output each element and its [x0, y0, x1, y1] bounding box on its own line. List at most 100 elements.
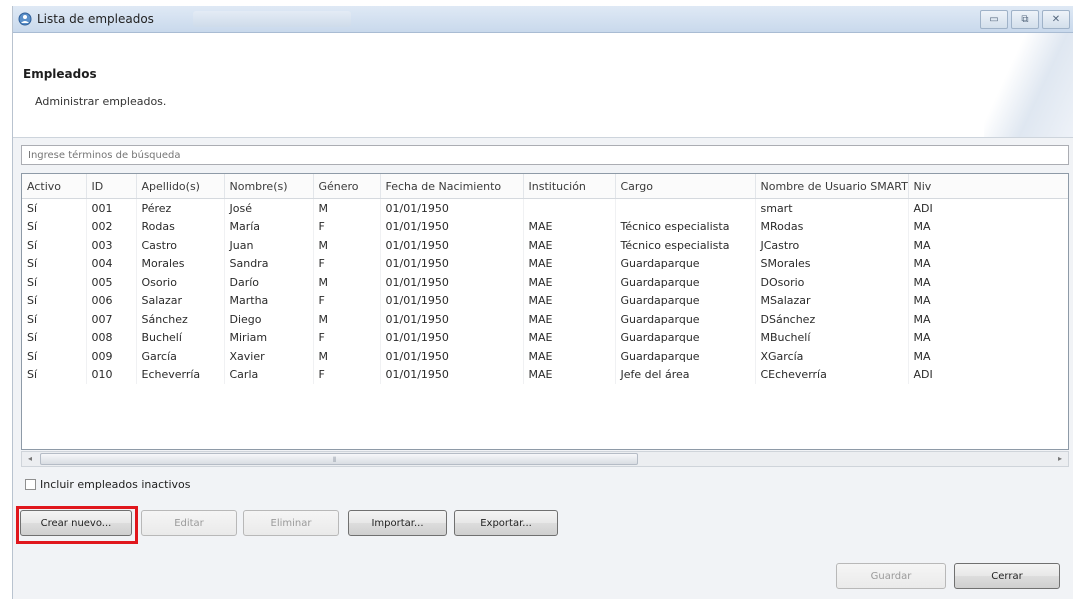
table-cell: 008 [86, 328, 137, 347]
horizontal-scrollbar[interactable]: ◂ ⦀ ▸ [21, 451, 1069, 467]
table-row[interactable]: Sí 002 Rodas María F 01/01/1950 MAE Técnico esp… [22, 217, 1068, 236]
table-cell: MBuchelí [755, 328, 909, 347]
table-cell: Miriam [224, 328, 314, 347]
employee-list-window: Lista de empleados ▭ ⧉ ✕ Empleados Admin… [12, 6, 1073, 599]
export-button[interactable]: Exportar... [454, 510, 558, 536]
table-row[interactable]: Sí 005 Osorio Darío M 01/01/1950 MAE Guardaparq… [22, 273, 1068, 292]
save-button[interactable]: Guardar [836, 563, 946, 589]
table-row[interactable]: Sí 009 García Xavier M 01/01/1950 MAE Guardapar… [22, 347, 1068, 366]
column-header[interactable]: Nombre(s) [224, 174, 314, 199]
table-cell: 007 [86, 310, 137, 329]
table-cell: M [313, 236, 381, 255]
create-new-button[interactable]: Crear nuevo... [20, 510, 132, 536]
column-header[interactable]: Apellido(s) [136, 174, 225, 199]
table-cell: JCastro [755, 236, 909, 255]
table-cell: 002 [86, 217, 137, 236]
header-decoration [984, 33, 1073, 137]
table-cell: F [313, 365, 381, 384]
table-cell: M [313, 310, 381, 329]
table-cell: 01/01/1950 [380, 310, 524, 329]
table-cell: José [224, 198, 314, 218]
table-cell: MAE [523, 273, 616, 292]
table-row[interactable]: Sí 007 Sánchez Diego M 01/01/1950 MAE Guardapar… [22, 310, 1068, 329]
table-cell: Osorio [136, 273, 225, 292]
table-cell: Echeverría [136, 365, 225, 384]
column-header[interactable]: Activo [22, 174, 87, 199]
search-input[interactable] [21, 145, 1069, 165]
scrollbar-thumb[interactable]: ⦀ [40, 453, 638, 465]
include-inactive-option[interactable]: Incluir empleados inactivos [25, 476, 191, 492]
minimize-icon[interactable]: ▭ [980, 10, 1008, 29]
table-cell: Sí [22, 310, 87, 329]
table-cell: Darío [224, 273, 314, 292]
table-row[interactable]: Sí 003 Castro Juan M 01/01/1950 MAE Técnico esp… [22, 236, 1068, 255]
table-cell: Morales [136, 254, 225, 273]
table-cell: Sandra [224, 254, 314, 273]
page-title: Empleados [23, 67, 97, 81]
column-header[interactable]: Niv [908, 174, 1068, 199]
column-header[interactable]: ID [86, 174, 137, 199]
delete-button[interactable]: Eliminar [243, 510, 339, 536]
table-cell: MAE [523, 236, 616, 255]
table-cell: Castro [136, 236, 225, 255]
table-row[interactable]: Sí 006 Salazar Martha F 01/01/1950 MAE Guardapa… [22, 291, 1068, 310]
table-cell [523, 198, 616, 218]
table-cell: 01/01/1950 [380, 198, 524, 218]
table-cell: Sí [22, 198, 87, 218]
table-cell: Guardaparque [615, 254, 756, 273]
table-cell: 010 [86, 365, 137, 384]
column-header[interactable]: Género [313, 174, 381, 199]
table-cell: 01/01/1950 [380, 254, 524, 273]
scroll-left-icon[interactable]: ◂ [23, 453, 37, 465]
table-cell: M [313, 198, 381, 218]
table-row[interactable]: Sí 001 Pérez José M 01/01/1950 smart ADI [22, 198, 1068, 218]
table-cell: Técnico especialista [615, 236, 756, 255]
title-tab-blurred [193, 11, 351, 27]
include-inactive-label: Incluir empleados inactivos [40, 477, 191, 491]
table-cell: Sí [22, 347, 87, 366]
edit-button[interactable]: Editar [141, 510, 237, 536]
column-header[interactable]: Fecha de Nacimiento [380, 174, 524, 199]
import-button[interactable]: Importar... [348, 510, 447, 536]
column-header[interactable]: Cargo [615, 174, 756, 199]
maximize-icon[interactable]: ⧉ [1011, 10, 1039, 29]
table-row[interactable]: Sí 008 Buchelí Miriam F 01/01/1950 MAE Guardapa… [22, 328, 1068, 347]
include-inactive-checkbox[interactable] [25, 478, 36, 490]
table-cell: Guardaparque [615, 328, 756, 347]
scroll-right-icon[interactable]: ▸ [1053, 453, 1067, 465]
page-subtitle: Administrar empleados. [35, 95, 167, 108]
table-cell: MAE [523, 291, 616, 310]
table-cell: 01/01/1950 [380, 347, 524, 366]
table-cell: smart [755, 198, 909, 218]
table-cell: Carla [224, 365, 314, 384]
table-cell: Salazar [136, 291, 225, 310]
table-cell: 004 [86, 254, 137, 273]
table-cell: Rodas [136, 217, 225, 236]
window-title: Lista de empleados [37, 12, 154, 26]
table-cell: Pérez [136, 198, 225, 218]
column-header[interactable]: Institución [523, 174, 616, 199]
table-cell: ADI [908, 365, 1068, 384]
table-cell: Sí [22, 291, 87, 310]
table-cell: Guardaparque [615, 347, 756, 366]
table-cell: Guardaparque [615, 310, 756, 329]
table-cell: MA [908, 291, 1068, 310]
close-button[interactable]: Cerrar [954, 563, 1060, 589]
table-cell: Buchelí [136, 328, 225, 347]
table-cell: 006 [86, 291, 137, 310]
close-window-icon[interactable]: ✕ [1042, 10, 1070, 29]
table-cell: MAE [523, 347, 616, 366]
column-header[interactable]: Nombre de Usuario SMART [755, 174, 909, 199]
table-cell: 003 [86, 236, 137, 255]
title-bar[interactable]: Lista de empleados ▭ ⧉ ✕ [13, 6, 1073, 33]
table-cell: 01/01/1950 [380, 236, 524, 255]
table-cell: 01/01/1950 [380, 273, 524, 292]
table-cell: CEcheverría [755, 365, 909, 384]
employee-table[interactable]: Activo ID Apellido(s) Nombre(s) Género F… [21, 173, 1069, 450]
table-cell: Martha [224, 291, 314, 310]
table-row[interactable]: Sí 010 Echeverría Carla F 01/01/1950 MAE Jefe d… [22, 365, 1068, 384]
table-cell: Juan [224, 236, 314, 255]
table-cell: MA [908, 310, 1068, 329]
table-cell: Sí [22, 236, 87, 255]
table-row[interactable]: Sí 004 Morales Sandra F 01/01/1950 MAE Guardapa… [22, 254, 1068, 273]
